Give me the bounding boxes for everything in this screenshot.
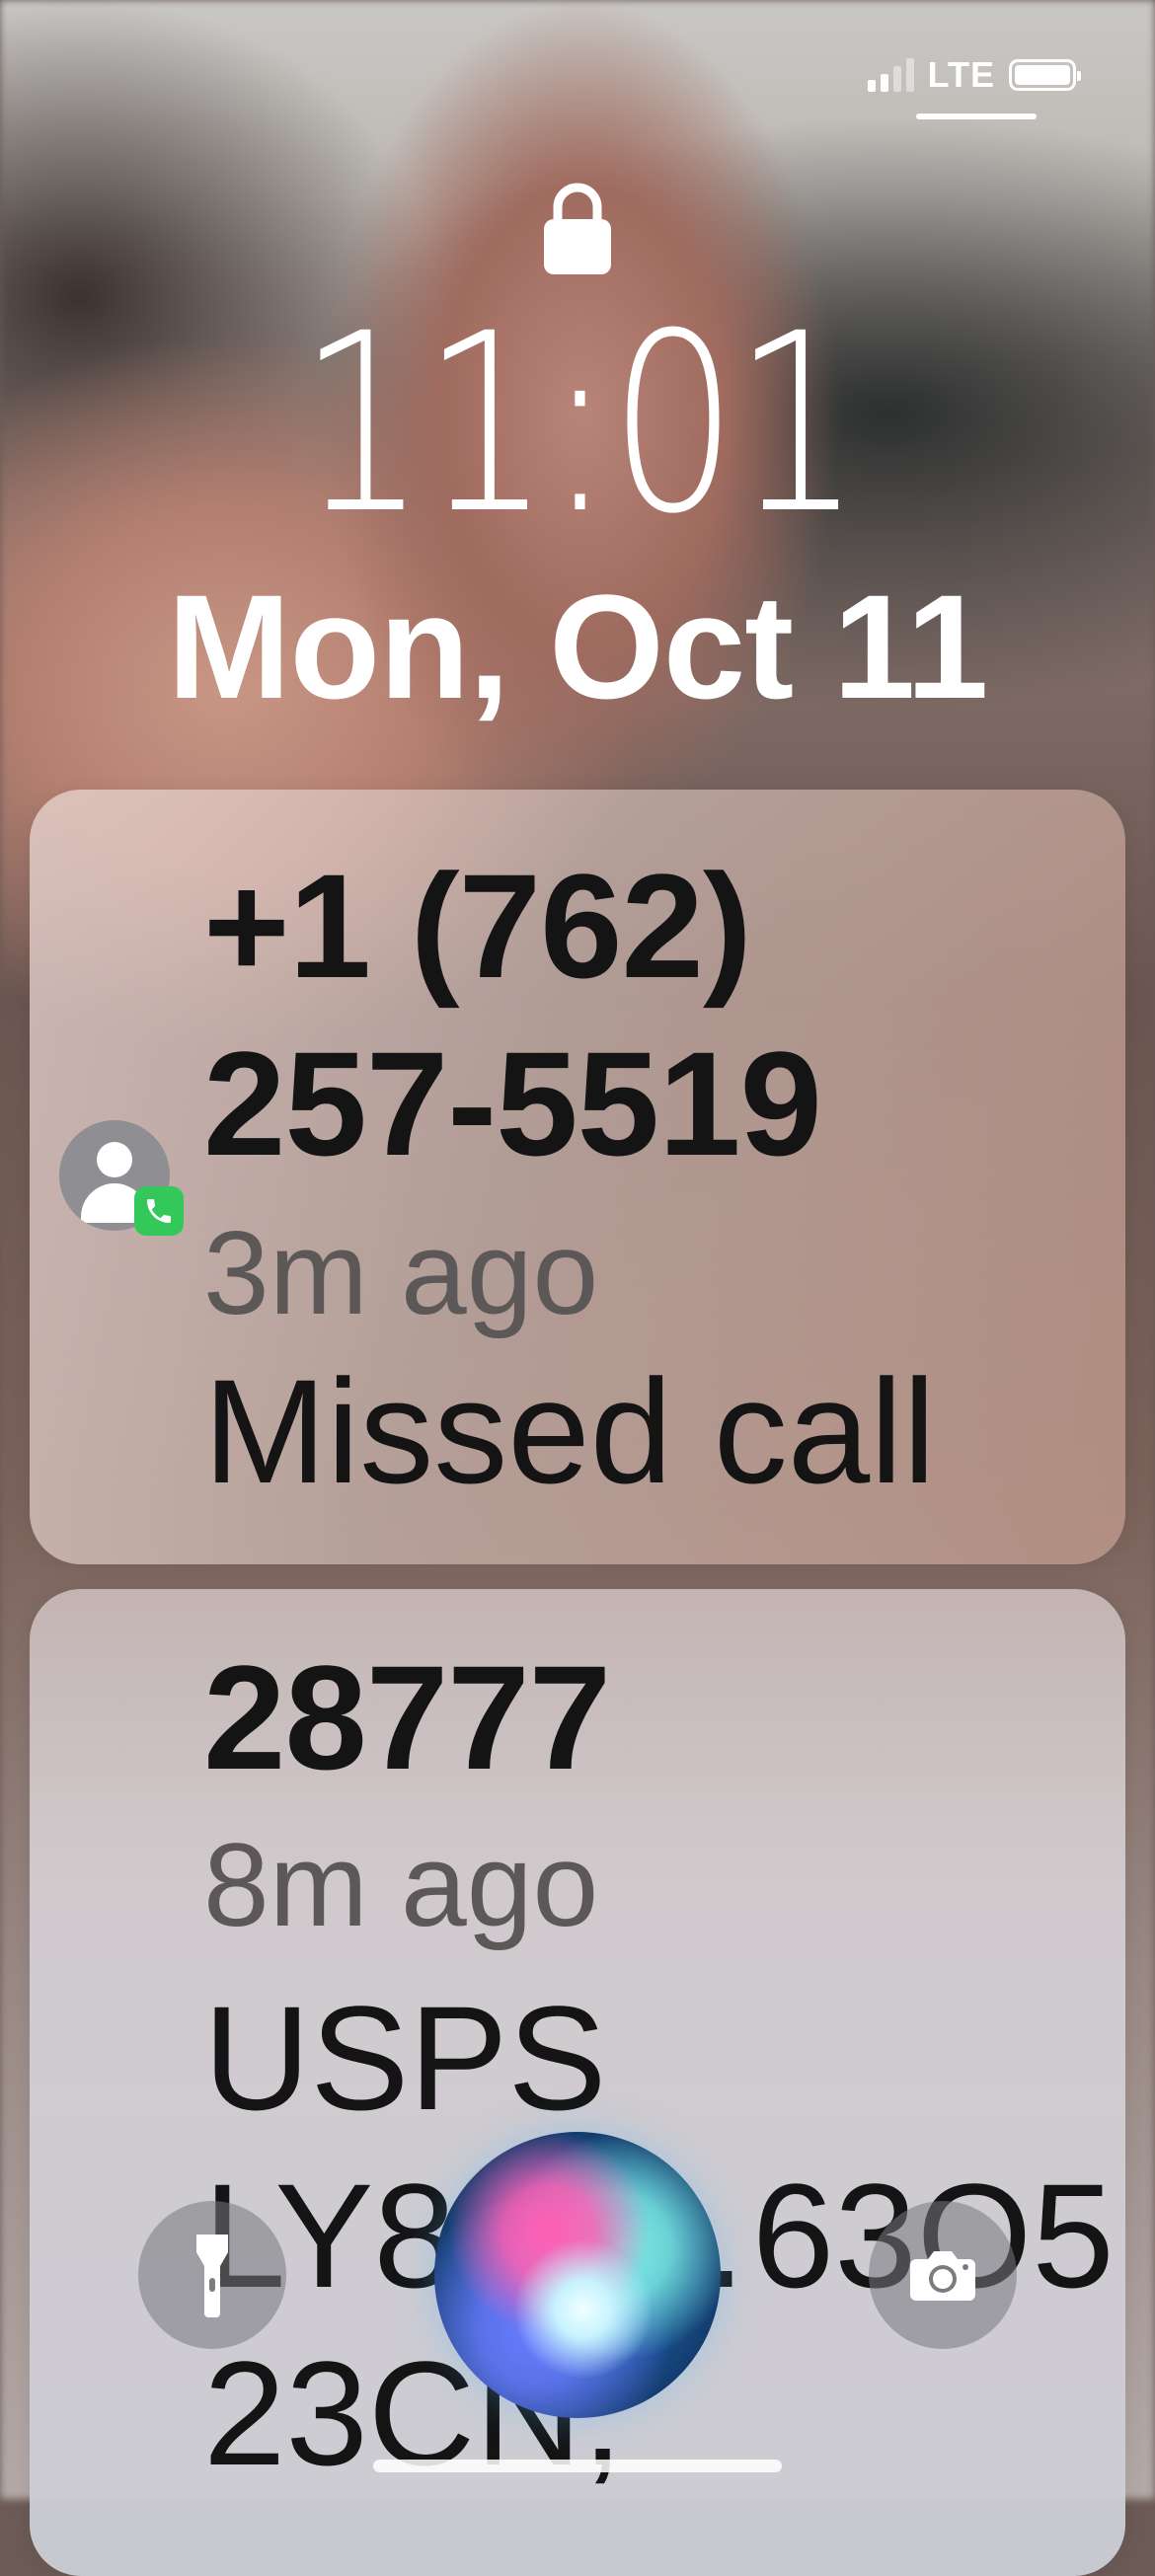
notification-body: Missed call — [203, 1348, 936, 1514]
flashlight-icon — [196, 2235, 228, 2317]
camera-icon — [910, 2251, 975, 2301]
lock-screen-time: 11:01 — [297, 280, 862, 568]
flashlight-button[interactable] — [138, 2201, 286, 2349]
phone-icon — [134, 1186, 184, 1236]
control-center-indicator[interactable] — [916, 114, 1037, 119]
notification-timestamp: 3m ago — [203, 1207, 599, 1339]
cellular-signal-icon — [867, 58, 914, 92]
network-type: LTE — [927, 54, 995, 95]
lock-icon — [544, 183, 611, 274]
notification-message[interactable]: 28777 8m ago USPS LY8……63O5 23CN, — [30, 1589, 1125, 2576]
notification-timestamp: 8m ago — [203, 1819, 599, 1951]
siri-orb-icon — [434, 2132, 721, 2418]
battery-icon — [1009, 59, 1081, 91]
notification-title: 257-5519 — [203, 1021, 822, 1186]
home-indicator[interactable] — [373, 2460, 782, 2472]
notification-body: USPS — [203, 1975, 607, 2141]
notification-title: +1 (762) — [203, 843, 752, 1009]
lock-screen-date: Mon, Oct 11 — [167, 564, 989, 729]
notification-title: 28777 — [203, 1634, 611, 1800]
notification-missed-call[interactable]: +1 (762) 257-5519 3m ago Missed call — [30, 790, 1125, 1564]
status-bar: LTE — [867, 54, 1081, 96]
camera-button[interactable] — [869, 2201, 1017, 2349]
